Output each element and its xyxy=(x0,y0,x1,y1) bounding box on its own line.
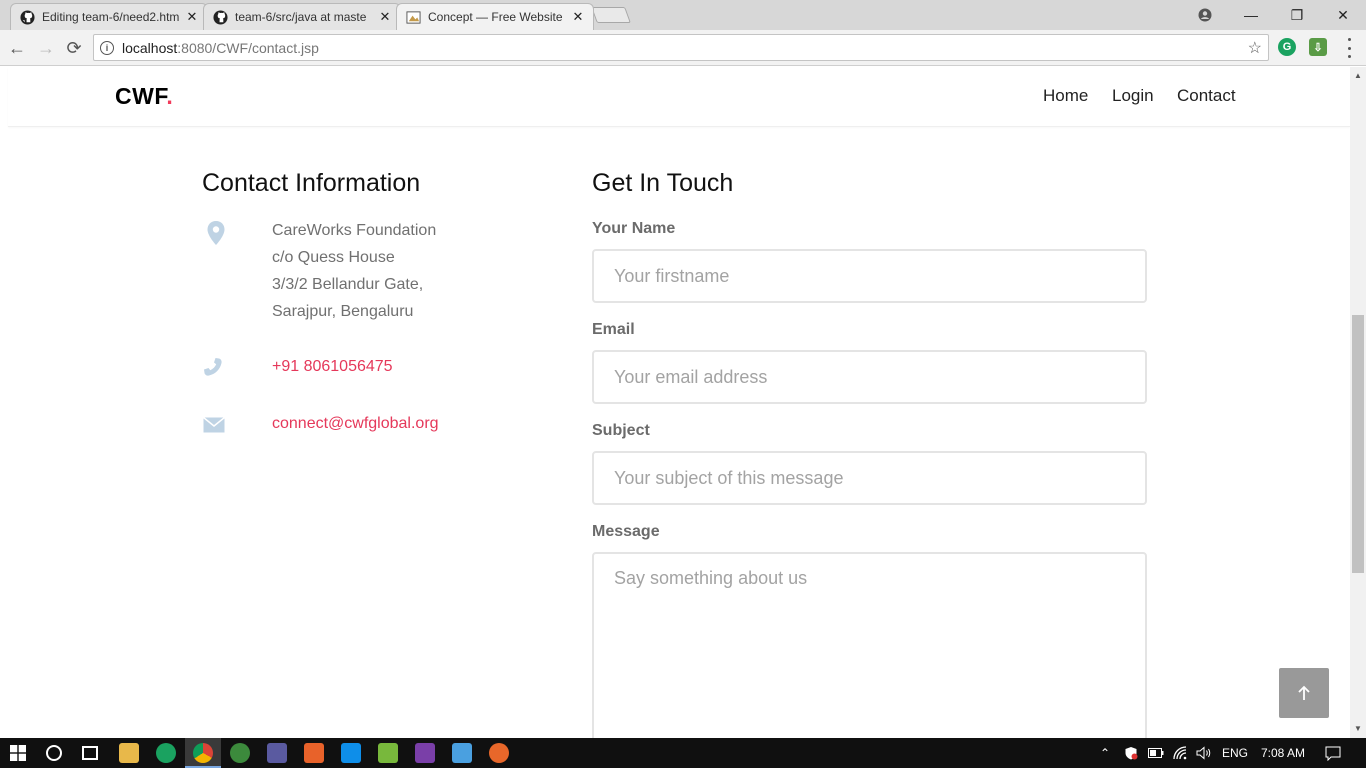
back-to-top-button[interactable] xyxy=(1279,668,1329,718)
url-path: :8080/CWF/contact.jsp xyxy=(177,39,319,56)
logo-dot: . xyxy=(166,83,174,109)
minimize-button[interactable]: — xyxy=(1228,0,1274,30)
clock[interactable]: 7:08 AM xyxy=(1261,738,1305,768)
browser-toolbar: ← → ⟳ i localhost:8080/CWF/contact.jsp ☆… xyxy=(0,30,1366,66)
name-label: Your Name xyxy=(592,220,676,237)
browser-tab-2[interactable]: team-6/src/java at maste ✕ xyxy=(203,3,401,30)
close-icon[interactable]: ✕ xyxy=(571,9,585,25)
volume-icon[interactable] xyxy=(1196,738,1212,768)
action-center-icon[interactable] xyxy=(1325,738,1341,768)
security-shield-icon[interactable] xyxy=(1124,738,1138,768)
app-icon[interactable] xyxy=(267,743,287,763)
chrome-icon[interactable] xyxy=(193,743,213,763)
file-explorer-icon[interactable] xyxy=(119,743,139,763)
browser-tab-strip: Editing team-6/need2.htm ✕ team-6/src/ja… xyxy=(0,0,1366,30)
browser-menu-icon[interactable] xyxy=(1346,38,1352,58)
phone-link[interactable]: +91 8061056475 xyxy=(272,358,393,376)
github-icon xyxy=(212,9,228,25)
close-icon[interactable]: ✕ xyxy=(185,9,199,25)
reload-icon[interactable]: ⟳ xyxy=(62,36,86,60)
bookmark-star-icon[interactable]: ☆ xyxy=(1248,38,1262,58)
utorrent-icon[interactable] xyxy=(378,743,398,763)
browser-tab-1[interactable]: Editing team-6/need2.htm ✕ xyxy=(10,3,208,30)
get-in-touch-heading: Get In Touch xyxy=(592,169,734,197)
windows-start-icon[interactable] xyxy=(10,745,26,766)
subject-label: Subject xyxy=(592,422,650,439)
nav-contact-link[interactable]: Contact xyxy=(1177,86,1236,106)
close-icon[interactable]: ✕ xyxy=(378,9,392,25)
address-line: CareWorks Foundation xyxy=(272,222,437,239)
browser-tab-3[interactable]: Concept — Free Website ✕ xyxy=(396,3,594,30)
tray-chevron-icon[interactable]: ⌃ xyxy=(1100,738,1110,768)
address-line: c/o Quess House xyxy=(272,249,395,266)
site-logo[interactable]: CWF. xyxy=(115,83,173,110)
cortana-search-icon[interactable] xyxy=(46,745,62,761)
address-line: 3/3/2 Bellandur Gate, xyxy=(272,276,424,293)
nav-login-link[interactable]: Login xyxy=(1112,86,1154,106)
info-icon[interactable]: i xyxy=(100,40,114,55)
address-bar[interactable]: i localhost:8080/CWF/contact.jsp ☆ xyxy=(93,34,1269,61)
scroll-up-arrow-icon[interactable]: ▲ xyxy=(1354,71,1362,80)
page-viewport: CWF. Home Login Contact Contact Informat… xyxy=(0,67,1350,738)
restore-button[interactable]: ❐ xyxy=(1274,0,1320,30)
location-pin-icon xyxy=(206,220,226,251)
new-tab-button[interactable] xyxy=(591,7,631,23)
logo-text: CWF xyxy=(115,83,167,109)
url-host: localhost xyxy=(122,39,178,56)
windows-taskbar: ⌃ ENG 7:08 AM xyxy=(0,738,1366,768)
message-label: Message xyxy=(592,523,660,540)
scroll-down-arrow-icon[interactable]: ▼ xyxy=(1354,724,1362,733)
language-indicator[interactable]: ENG xyxy=(1222,738,1248,768)
tab-title: team-6/src/java at maste xyxy=(235,10,367,24)
email-input[interactable] xyxy=(592,350,1147,404)
matlab-icon[interactable] xyxy=(304,743,324,763)
email-link[interactable]: connect@cwfglobal.org xyxy=(272,415,439,433)
teamviewer-icon[interactable] xyxy=(341,743,361,763)
window-close-button[interactable]: ✕ xyxy=(1320,0,1366,30)
grammarly-extension-icon[interactable]: G xyxy=(1278,38,1296,56)
message-textarea[interactable] xyxy=(592,552,1147,738)
github-icon xyxy=(19,9,35,25)
virtualbox-icon[interactable] xyxy=(452,743,472,763)
forward-arrow-icon[interactable]: → xyxy=(34,36,58,60)
firefox-icon[interactable] xyxy=(489,743,509,763)
back-arrow-icon[interactable]: ← xyxy=(5,36,29,60)
tab-title: Editing team-6/need2.htm xyxy=(42,10,180,24)
wifi-icon[interactable] xyxy=(1173,738,1189,768)
app-icon[interactable] xyxy=(415,743,435,763)
name-input[interactable] xyxy=(592,249,1147,303)
battery-icon[interactable] xyxy=(1148,738,1164,768)
phone-icon xyxy=(203,357,223,382)
profile-icon[interactable] xyxy=(1182,0,1228,30)
address-line: Sarajpur, Bengaluru xyxy=(272,303,414,320)
page-scrollbar[interactable]: ▲ ▼ xyxy=(1350,67,1366,738)
grammarly-icon[interactable] xyxy=(156,743,176,763)
envelope-icon xyxy=(203,416,225,438)
site-favicon-icon xyxy=(405,9,421,25)
subject-input[interactable] xyxy=(592,451,1147,505)
contact-info-heading: Contact Information xyxy=(202,169,421,197)
arrow-up-icon xyxy=(1298,685,1310,700)
address-block: CareWorks Foundation c/o Quess House 3/3… xyxy=(272,217,436,325)
email-label: Email xyxy=(592,321,635,338)
download-extension-icon[interactable]: ⇩ xyxy=(1309,38,1327,56)
globe-icon[interactable] xyxy=(230,743,250,763)
task-view-icon[interactable] xyxy=(82,746,98,760)
tab-title: Concept — Free Website xyxy=(428,10,563,24)
scrollbar-thumb[interactable] xyxy=(1352,315,1364,573)
site-header: CWF. Home Login Contact xyxy=(8,67,1350,127)
nav-home-link[interactable]: Home xyxy=(1043,86,1088,106)
